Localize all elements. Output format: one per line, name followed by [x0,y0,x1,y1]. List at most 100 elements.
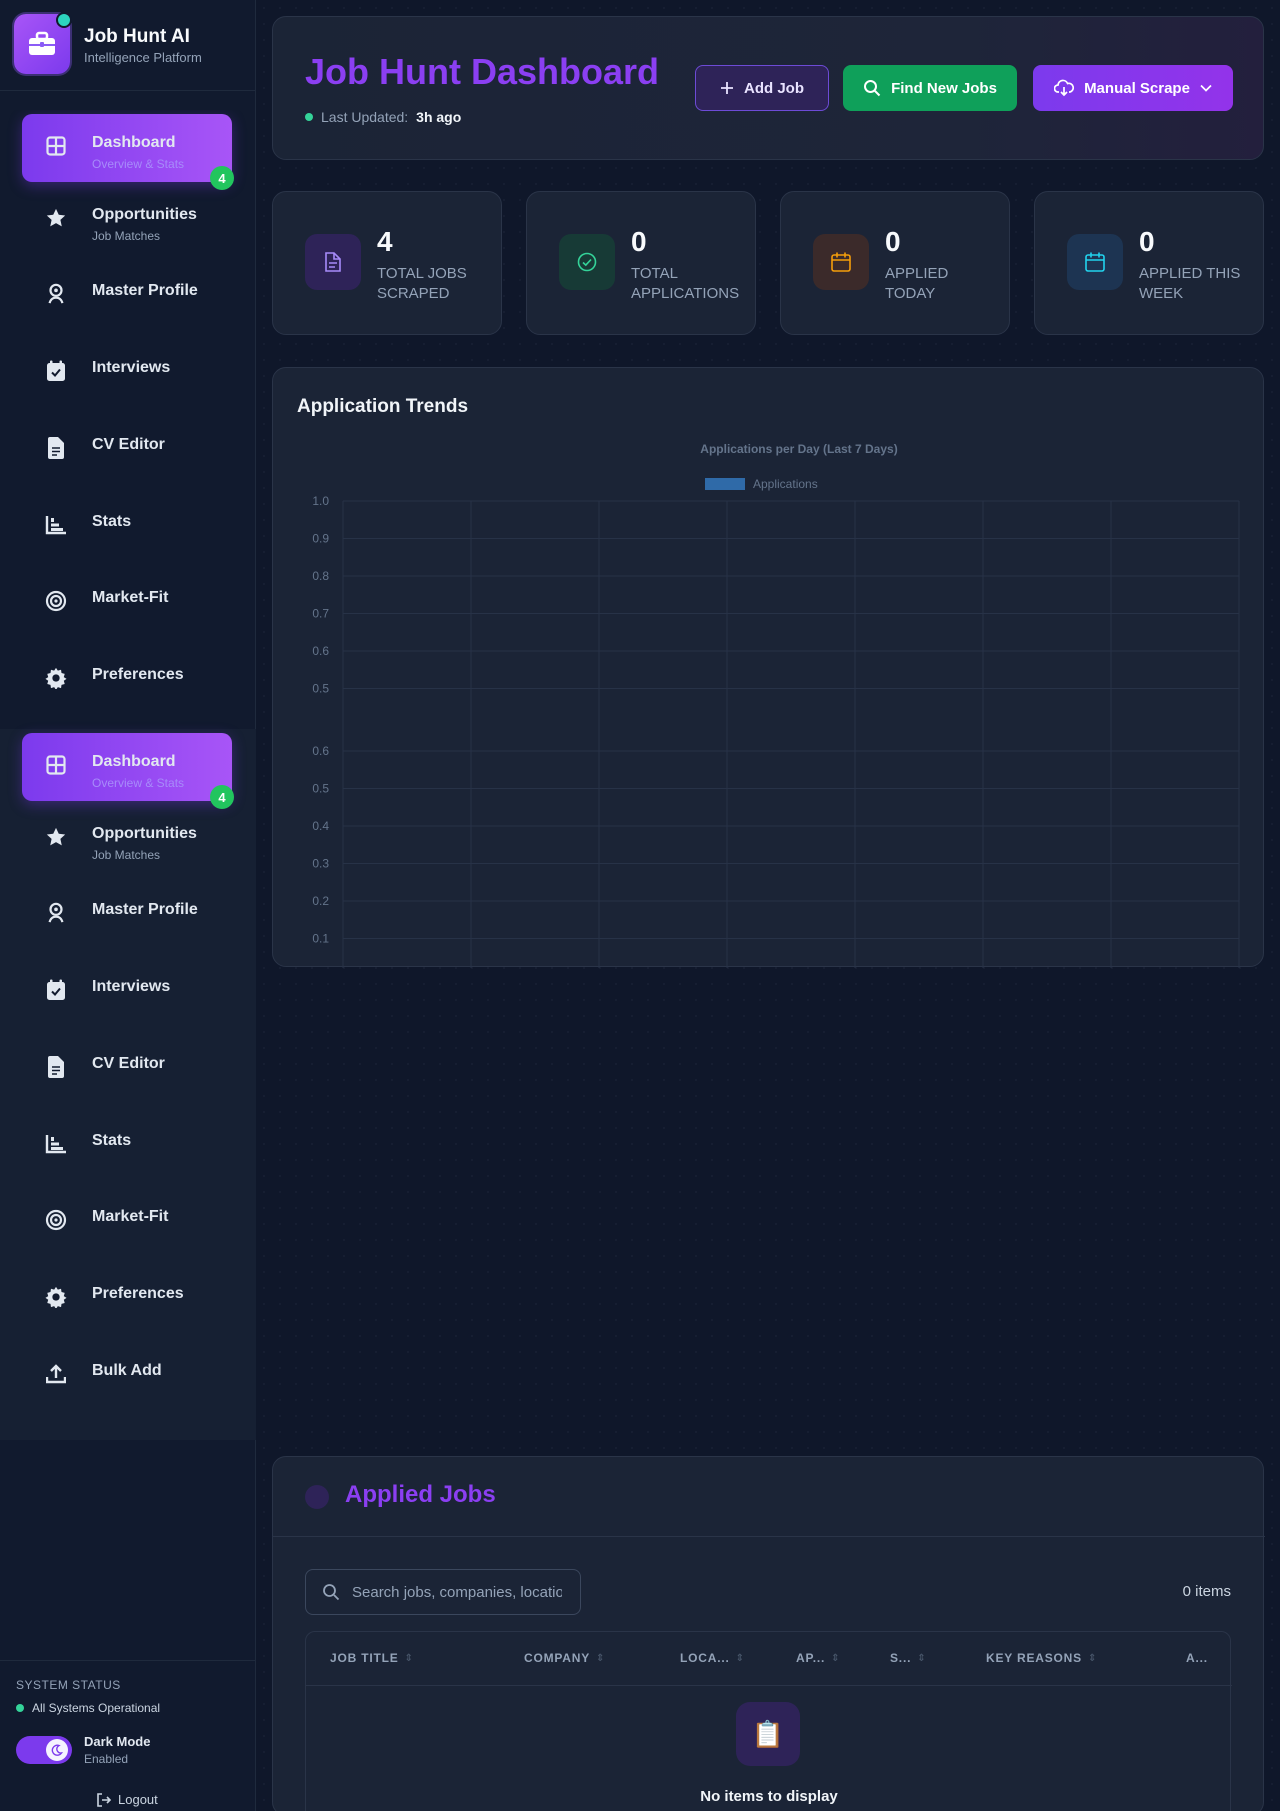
last-updated: Last Updated: 3h ago [305,109,461,125]
dashboard-view: Job Hunt Dashboard Last Updated: 3h ago … [256,0,1280,720]
sidebar-item-market-fit[interactable]: Market-Fit [22,1188,232,1256]
column-header-label: A... [1186,1651,1208,1665]
stat-card: 4 Total Jobs Scraped [272,191,502,335]
divider [273,1536,1265,1537]
sidebar-item-label: Opportunities [92,206,197,223]
column-header[interactable]: JOB TITLE ⇕ [330,1651,414,1665]
search-icon [864,80,881,97]
cloud-download-icon [1054,79,1075,97]
calendar-icon [813,234,869,290]
add-job-button[interactable]: Add Job [695,65,829,111]
application-trends-chart: Applications per Day (Last 7 Days)Applic… [312,720,1240,968]
column-header[interactable]: AP... ⇕ [796,1651,840,1665]
sidebar-item-opportunities[interactable]: Opportunities Job Matches 4 [22,785,234,873]
target-icon [44,589,68,613]
y-tick-label: 0.7 [312,720,329,721]
sidebar-item-label: Dashboard [92,134,176,151]
sidebar-item-cv-editor[interactable]: CV Editor [22,416,232,484]
dark-mode-label: Dark Mode [84,1734,151,1749]
find-new-jobs-button[interactable]: Find New Jobs [843,65,1017,111]
status-dot [16,1704,24,1712]
page-title: Job Hunt Dashboard [305,51,660,92]
notification-badge: 4 [210,166,234,190]
brand-subtitle: Intelligence Platform [84,50,202,65]
sidebar-item-label: Market-Fit [92,589,169,606]
sidebar-item-sublabel: Job Matches [92,229,161,243]
brand[interactable]: Job Hunt AI Intelligence Platform [14,12,244,74]
column-header[interactable]: LOCA... ⇕ [680,1651,745,1665]
stat-label: Applied Today [885,265,949,302]
gear-icon [44,666,68,690]
empty-state-text: No items to display [700,1788,838,1805]
sidebar-item-interviews[interactable]: Interviews [22,339,232,407]
logout-icon [97,1792,112,1807]
column-header-label: JOB TITLE [330,1651,399,1665]
chart-title: Applications per Day (Last 7 Days) [700,442,897,456]
file-icon [305,234,361,290]
column-header[interactable]: KEY REASONS ⇕ [986,1651,1097,1665]
stat-value: 4 [377,226,393,257]
target-icon [44,1208,68,1232]
sidebar-item-cv-editor[interactable]: CV Editor [22,1035,232,1103]
gear-icon [44,1285,68,1309]
column-header-label: KEY REASONS [986,1651,1082,1665]
stat-card: 0 Total Applications [526,191,756,335]
sort-icon: ⇕ [831,1652,841,1664]
application-trends-card: Application TrendsApplications per Day (… [272,720,1264,968]
y-tick-label: 0.7 [312,607,329,621]
sidebar-item-interviews[interactable]: Interviews [22,958,232,1026]
check-circle-icon [559,234,615,290]
sidebar-item-stats[interactable]: Stats [22,493,232,561]
column-header-label: COMPANY [524,1651,591,1665]
system-status: All Systems Operational [16,1701,160,1715]
column-header-label: S... [890,1651,912,1665]
applied-jobs-title: Applied Jobs [345,1481,496,1508]
sidebar-item-label: Opportunities [92,825,197,842]
sidebar-item-stats[interactable]: Stats [22,1112,232,1180]
stat-card: 0 Applied This Week [1034,191,1264,335]
item-count: 0 items [1182,1583,1231,1600]
dashboard-header: Job Hunt Dashboard Last Updated: 3h ago … [272,16,1264,160]
applied-jobs-card: Applied Jobs 0 items JOB TITLE⇕COMPANY⇕L… [272,1456,1265,1811]
calendar-check-icon [44,978,68,1002]
logout-button[interactable]: Logout [96,1792,158,1807]
calendar-check-icon [44,359,68,383]
sidebar-item-master-profile[interactable]: Master Profile [22,262,232,330]
manual-scrape-button[interactable]: Manual Scrape [1033,65,1233,111]
star-icon [44,825,68,849]
search-input[interactable] [352,1583,562,1601]
sidebar-item-sublabel: Overview & Stats [92,157,185,171]
y-tick-label: 0.5 [312,682,329,696]
star-icon [44,206,68,230]
moon-icon [46,1739,68,1761]
legend-label: Applications [753,477,818,491]
column-header[interactable]: COMPANY ⇕ [524,1651,605,1665]
chevron-down-icon [1200,84,1212,92]
stat-label: Total Applications [631,265,740,302]
clipboard-icon: 📋 [736,1702,800,1766]
sidebar-item-preferences[interactable]: Preferences [22,646,232,714]
stat-label: Applied This Week [1139,265,1241,302]
sidebar-item-dashboard[interactable]: Dashboard Overview & Stats [22,114,232,182]
sort-icon: ⇕ [735,1652,745,1664]
sidebar-item-market-fit[interactable]: Market-Fit [22,569,232,637]
dark-mode-toggle[interactable] [16,1736,72,1764]
sidebar-item-dashboard[interactable]: Dashboard Overview & Stats [22,733,232,801]
column-header-label: AP... [796,1651,826,1665]
sidebar-item-label: Preferences [92,666,184,683]
sidebar-item-opportunities[interactable]: Opportunities Job Matches 4 [22,166,234,254]
sidebar-item-preferences[interactable]: Preferences [22,1265,232,1333]
manual-scrape-label: Manual Scrape [1084,79,1190,97]
sidebar-item-label: Interviews [92,359,171,376]
sidebar-item-bulk-add[interactable]: Bulk Add [22,1342,232,1410]
calendar-icon [1067,234,1123,290]
legend-swatch [705,478,745,490]
system-status-title: SYSTEM STATUS [16,1678,121,1692]
divider [0,1660,256,1661]
table-header: JOB TITLE ⇕ COMPANY ⇕ LOCA... ⇕ AP... ⇕ S... ⇕ KEY… [306,1632,1232,1686]
column-header[interactable]: S... ⇕ [890,1651,926,1665]
user-icon [44,282,68,306]
column-header-label: LOCA... [680,1651,730,1665]
sidebar-item-master-profile[interactable]: Master Profile [22,881,232,949]
column-header[interactable]: A... [1186,1651,1208,1665]
